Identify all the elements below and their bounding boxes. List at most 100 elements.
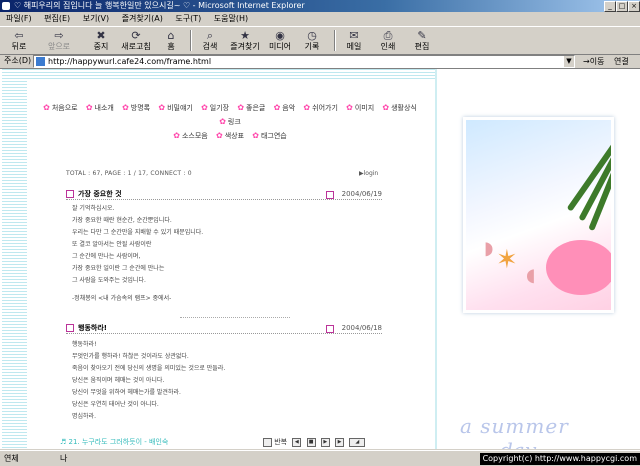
pink-bowl-icon xyxy=(546,240,611,295)
volume-icon[interactable]: ◢ xyxy=(349,437,366,447)
mail-button[interactable]: ✉ 메일 xyxy=(342,28,366,53)
flower-icon: ✿ xyxy=(273,103,281,112)
post-title[interactable]: 가장 중요한 것 xyxy=(78,190,122,198)
menu-favorites[interactable]: 즐겨찾기(A) xyxy=(122,14,163,23)
stop-icon: ✖ xyxy=(96,29,106,42)
minimize-button[interactable]: _ xyxy=(604,1,616,12)
prev-icon[interactable]: ◀ xyxy=(292,437,302,447)
post-checkbox-icon[interactable] xyxy=(66,324,74,332)
summer-day-text: a summer day ✿✿✿✿ xyxy=(460,414,630,449)
board-stats: TOTAL : 67, PAGE : 1 / 17, CONNECT : 0 xyxy=(66,170,192,177)
home-icon: ⌂ xyxy=(167,29,175,42)
repeat-checkbox[interactable] xyxy=(263,437,272,447)
favorites-button[interactable]: ★ 즐겨찾기 xyxy=(228,28,262,53)
search-icon: ⌕ xyxy=(206,29,214,42)
menu-help[interactable]: 도움말(H) xyxy=(214,14,248,23)
post-line: 무엇인가를 행하라! 하찮은 것이라도 상관없다. xyxy=(72,353,189,360)
toolbar: ⇦ 뒤로 ⇨ 앞으로 ✖ 중지 ⟳ 새로고침 ⌂ 홈 ⌕ 검색 ★ 즐겨찾기 ◉ 미디어 ◷ 기록… xyxy=(0,26,640,55)
toolbar-separator xyxy=(334,30,336,51)
nav-item-tags[interactable]: ✿ 태그연습 xyxy=(252,131,286,140)
nav-item-colors[interactable]: ✿ 색상표 xyxy=(216,131,244,140)
status-text: 연체 xyxy=(4,454,19,463)
nav-item-intro[interactable]: ✿ 내소개 xyxy=(85,103,114,112)
address-input[interactable]: http://happywurl.cafe24.com/frame.html ▼ xyxy=(33,55,575,68)
menu-view[interactable]: 보기(V) xyxy=(83,14,109,23)
post-checkbox-icon[interactable] xyxy=(66,190,74,198)
nav-item-diary[interactable]: ✿ 일기장 xyxy=(201,103,229,112)
nav-item-guestbook[interactable]: ✿ 방명록 xyxy=(122,103,150,112)
media-button[interactable]: ◉ 미디어 xyxy=(266,28,294,53)
menu-edit[interactable]: 편집(E) xyxy=(44,14,70,23)
nav-item-secret[interactable]: ✿ 비밀얘기 xyxy=(158,103,192,112)
stop-icon[interactable]: ■ xyxy=(306,437,316,447)
back-arrow-icon: ⇦ xyxy=(14,29,24,42)
links-button[interactable]: 연결 xyxy=(614,55,629,69)
edit-button[interactable]: ✎ 편집 xyxy=(410,28,434,53)
summer-line: a summer xyxy=(460,414,569,438)
history-button[interactable]: ◷ 기록 xyxy=(300,28,324,53)
starfish-icon: ✶ xyxy=(496,245,518,275)
go-button[interactable]: →이동 xyxy=(583,55,604,69)
post-box-icon xyxy=(326,325,334,333)
player-controls: 반복 ◀ ■ ▶ ▶ ◢ xyxy=(260,437,366,447)
nav-item-music[interactable]: ✿ 음악 xyxy=(273,103,296,112)
print-button[interactable]: ⎙ 인쇄 xyxy=(376,28,400,53)
music-player: ♬ 21. 누구라도 그러하듯이 - 배인숙 반복 ◀ ■ ▶ ▶ ◢ xyxy=(60,437,390,447)
nav-item-rest[interactable]: ✿ 쉬어가기 xyxy=(303,103,337,112)
summer-photo: ✶ ◗ ◖ xyxy=(463,117,614,313)
menu-file[interactable]: 파일(F) xyxy=(6,14,32,23)
post-line: 명심하라. xyxy=(72,413,96,420)
refresh-button[interactable]: ⟳ 새로고침 xyxy=(118,28,154,53)
flower-icon: ✿ xyxy=(122,103,129,112)
post-body: 행동하라! 무엇인가를 행하라! 하찮은 것이라도 상관없다. 죽음이 찾아오기… xyxy=(72,339,225,423)
address-dropdown-icon[interactable]: ▼ xyxy=(564,56,574,67)
stripe-decoration xyxy=(2,69,27,449)
address-label: 주소(D) xyxy=(4,56,32,65)
post-line: 당신이 무엇을 위하여 헤매는가를 발견하라. xyxy=(72,389,181,396)
close-button[interactable]: × xyxy=(628,1,640,12)
address-bar: 주소(D) http://happywurl.cafe24.com/frame.… xyxy=(0,54,640,69)
search-button[interactable]: ⌕ 검색 xyxy=(198,28,222,53)
edit-icon: ✎ xyxy=(417,29,427,42)
nav-item-home[interactable]: ✿ 처음으로 xyxy=(43,103,77,112)
day-line: day xyxy=(500,438,536,449)
post-header: 행동하라! 2004/06/18 xyxy=(66,323,382,334)
nav-item-sources[interactable]: ✿ 소스모음 xyxy=(173,131,207,140)
flower-icon: ✿ xyxy=(382,103,390,112)
top-stripe-band xyxy=(27,69,435,79)
post-body: 잘 기억하십시오. 가장 중요한 때란 현순간, 순간뿐입니다. 우리는 다만 … xyxy=(72,203,203,305)
flower-icon: ✿ xyxy=(43,103,50,112)
maximize-button[interactable]: □ xyxy=(616,1,628,12)
nav-item-links[interactable]: ✿ 링크 xyxy=(219,117,241,126)
post-line: -정채봉의 <내 가슴속의 램프> 중에서- xyxy=(72,295,172,302)
menu-tools[interactable]: 도구(T) xyxy=(175,14,201,23)
flower-icon: ✿ xyxy=(85,103,93,112)
nav-item-tips[interactable]: ✿ 생활상식 xyxy=(382,103,416,112)
post-box-icon xyxy=(326,191,334,199)
play-icon[interactable]: ▶ xyxy=(320,437,330,447)
post-title[interactable]: 행동하라! xyxy=(78,324,107,332)
home-button[interactable]: ⌂ 홈 xyxy=(160,28,182,53)
flower-icon: ✿ xyxy=(252,131,259,140)
back-button[interactable]: ⇦ 뒤로 xyxy=(6,28,32,53)
nav-item-quotes[interactable]: ✿ 좋은글 xyxy=(237,103,265,112)
post-header: 가장 중요한 것 2004/06/19 xyxy=(66,189,382,200)
post-line: 가장 중요한 일이란 그 순간에 만나는 xyxy=(72,265,165,272)
copyright-banner: Copyright(c) http://www.happycgi.com xyxy=(479,453,640,465)
toolbar-separator xyxy=(190,30,192,51)
stop-button[interactable]: ✖ 중지 xyxy=(90,28,112,53)
window-title: ♡ 해피우리의 집입니다 늘 행복한일만 있으시길~ ♡ - Microsoft… xyxy=(14,1,305,10)
frame-divider xyxy=(435,69,437,449)
flower-icon: ✿ xyxy=(173,131,180,140)
forward-button[interactable]: ⇨ 앞으로 xyxy=(44,28,74,53)
media-icon: ◉ xyxy=(275,29,285,42)
print-icon: ⎙ xyxy=(383,29,393,42)
flower-icon: ✿ xyxy=(201,103,208,112)
post-line: 그 순간에 만나는 사람이며, xyxy=(72,253,141,260)
forward-arrow-icon: ⇨ xyxy=(54,29,64,42)
login-link[interactable]: ▶login xyxy=(359,170,378,177)
title-bar[interactable]: ♡ 해피우리의 집입니다 늘 행복한일만 있으시길~ ♡ - Microsoft… xyxy=(0,0,640,12)
music-title: ♬ 21. 누구라도 그러하듯이 - 배인숙 xyxy=(60,438,169,446)
next-icon[interactable]: ▶ xyxy=(335,437,345,447)
nav-item-images[interactable]: ✿ 이미지 xyxy=(346,103,374,112)
